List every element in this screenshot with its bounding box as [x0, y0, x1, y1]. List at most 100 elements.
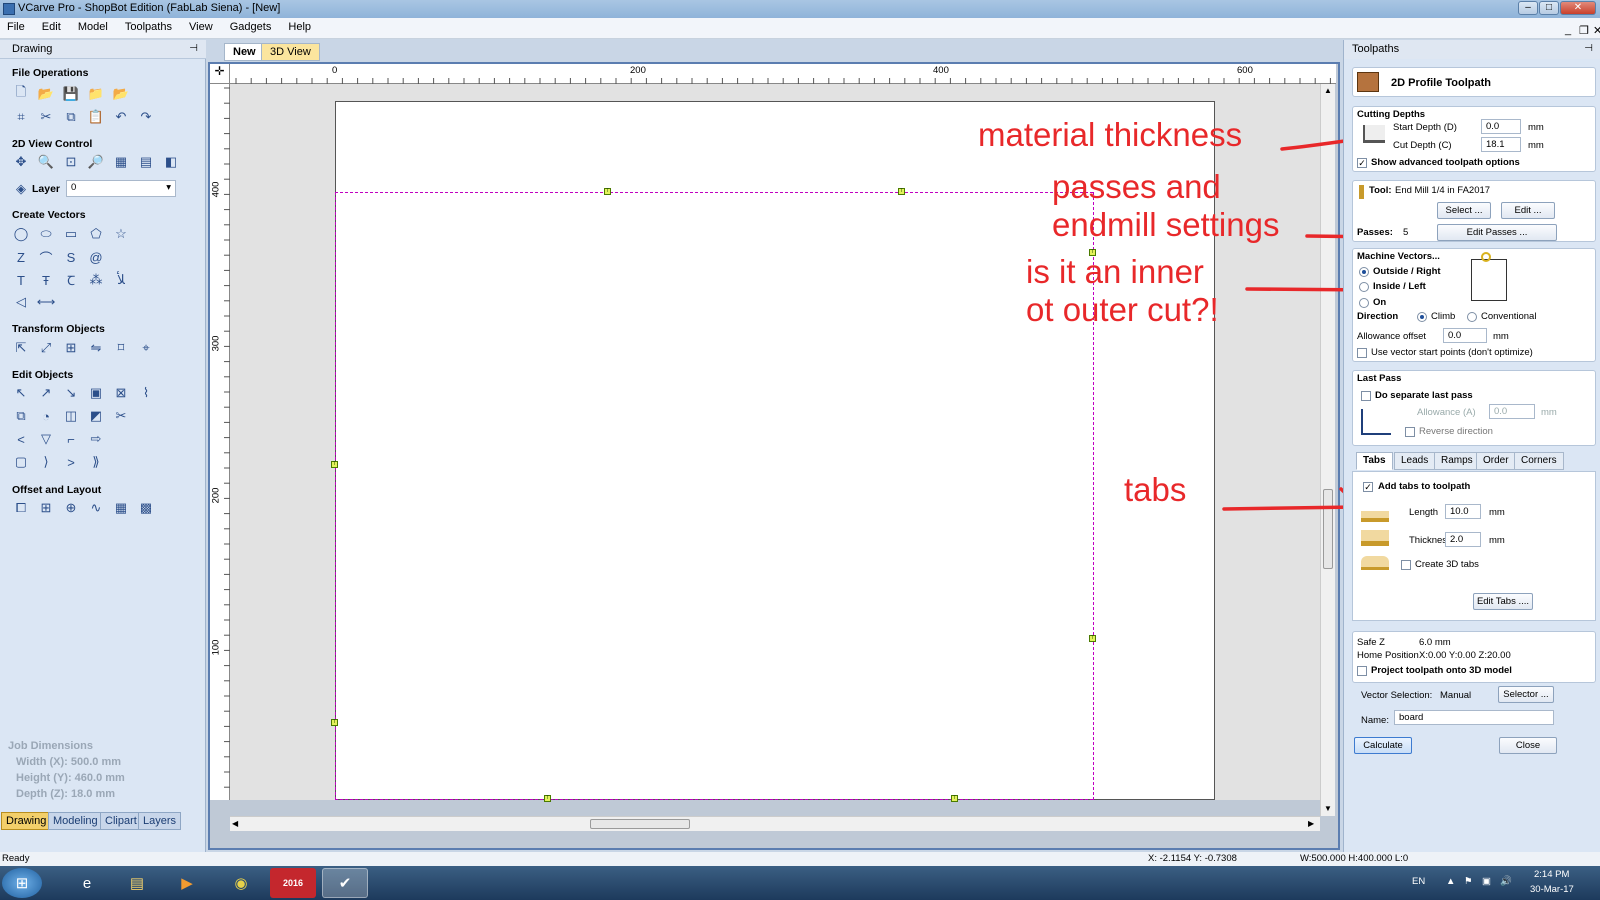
star-icon[interactable]: ☆: [112, 225, 130, 243]
show-advanced-checkbox[interactable]: ✓: [1357, 158, 1367, 168]
offset-icon[interactable]: ⧠: [12, 499, 30, 517]
outside-right-radio[interactable]: [1359, 267, 1369, 277]
conventional-radio[interactable]: [1467, 312, 1477, 322]
node-edit-icon[interactable]: ↗: [37, 384, 55, 402]
vertical-scroll-thumb[interactable]: [1323, 489, 1333, 569]
tab-marker[interactable]: T: [951, 795, 958, 802]
measure-icon[interactable]: ⟷: [37, 293, 56, 311]
trim-icon[interactable]: ⌇: [137, 384, 155, 402]
tab-thickness-input[interactable]: 2.0: [1445, 532, 1481, 547]
layer-select[interactable]: 0 ▾: [66, 180, 176, 197]
redo-icon[interactable]: ↷: [137, 108, 155, 126]
tab-marker[interactable]: T: [1089, 635, 1096, 642]
scroll-right-icon[interactable]: ▶: [1308, 819, 1314, 828]
view-toggle-icon[interactable]: ◧: [162, 153, 180, 171]
network-icon[interactable]: ▣: [1482, 876, 1491, 887]
distort-icon[interactable]: ⌑: [112, 339, 130, 357]
copy-along-icon[interactable]: ∿: [87, 499, 105, 517]
solidworks-icon[interactable]: 2016: [270, 868, 316, 898]
circular-array-icon[interactable]: ⊕: [62, 499, 80, 517]
move-icon[interactable]: ⇱: [12, 339, 30, 357]
dimension-icon[interactable]: ◁: [12, 293, 30, 311]
mirror-icon[interactable]: ⇋: [87, 339, 105, 357]
offset-vector-icon[interactable]: ⟫: [87, 453, 105, 471]
inside-left-radio[interactable]: [1359, 282, 1369, 292]
tool-select-button[interactable]: Select ...: [1437, 202, 1491, 219]
zoom-extents-icon[interactable]: ⊡: [62, 153, 80, 171]
vertical-scrollbar[interactable]: ▲ ▼: [1320, 84, 1335, 816]
join-vectors-icon[interactable]: ▽: [37, 430, 55, 448]
edit-tabs-button[interactable]: Edit Tabs ....: [1473, 593, 1533, 610]
maximize-button[interactable]: □: [1539, 1, 1559, 15]
center-icon[interactable]: ⌖: [137, 339, 155, 357]
break-icon[interactable]: ⟩: [37, 453, 55, 471]
pin-icon[interactable]: ⊣: [1584, 43, 1593, 54]
menu-model[interactable]: Model: [71, 18, 115, 33]
calculate-button[interactable]: Calculate: [1354, 737, 1412, 754]
clock-time[interactable]: 2:14 PM: [1534, 869, 1569, 880]
menu-gadgets[interactable]: Gadgets: [223, 18, 279, 33]
scroll-up-icon[interactable]: ▲: [1324, 86, 1332, 95]
close-vectors-icon[interactable]: ⇨: [87, 430, 105, 448]
menu-file[interactable]: File: [0, 18, 32, 33]
job-setup-icon[interactable]: ⌗: [12, 108, 30, 126]
curve-icon[interactable]: ⌒: [37, 248, 55, 266]
tab-marker[interactable]: T: [898, 188, 905, 195]
allowance-offset-input[interactable]: 0.0: [1443, 328, 1487, 343]
on-radio[interactable]: [1359, 298, 1369, 308]
tab-ramps[interactable]: Ramps: [1434, 452, 1480, 470]
tab-corners[interactable]: Corners: [1514, 452, 1564, 470]
ungroup-icon[interactable]: ⊠: [112, 384, 130, 402]
spline-icon[interactable]: S: [62, 248, 80, 266]
text-icon[interactable]: T: [12, 271, 30, 289]
open-file-icon[interactable]: 📂: [37, 85, 55, 103]
ellipse-icon[interactable]: ⬭: [37, 225, 55, 243]
import-vector-icon[interactable]: 📂: [112, 85, 130, 103]
vector-left-edge[interactable]: [335, 192, 336, 800]
array-copy-icon[interactable]: ⊞: [37, 499, 55, 517]
tab-modeling[interactable]: Modeling: [48, 812, 103, 830]
toolpath-name-input[interactable]: board: [1394, 710, 1554, 725]
smooth-icon[interactable]: ▢: [12, 453, 30, 471]
internet-explorer-icon[interactable]: e: [64, 868, 110, 898]
scroll-down-icon[interactable]: ▼: [1324, 804, 1332, 813]
vector-bottom-edge[interactable]: [335, 799, 1093, 800]
tab-new[interactable]: New: [224, 43, 265, 61]
undo-icon[interactable]: ↶: [112, 108, 130, 126]
nesting-icon[interactable]: ▦: [112, 499, 130, 517]
menu-view[interactable]: View: [182, 18, 220, 33]
fillet-icon[interactable]: ◩: [87, 407, 105, 425]
menu-help[interactable]: Help: [281, 18, 318, 33]
align-icon[interactable]: ⊞: [62, 339, 80, 357]
select-icon[interactable]: ↖: [12, 384, 30, 402]
paste-icon[interactable]: 📋: [87, 108, 105, 126]
snap-icon[interactable]: ▦: [112, 153, 130, 171]
tab-marker[interactable]: T: [604, 188, 611, 195]
copy-icon[interactable]: ⧉: [62, 108, 80, 126]
horizontal-scrollbar[interactable]: ◀ ▶: [230, 816, 1320, 831]
clock-date[interactable]: 30-Mar-17: [1530, 884, 1574, 895]
new-file-icon[interactable]: 🗋: [12, 84, 30, 103]
chrome-icon[interactable]: ◉: [218, 868, 264, 898]
curve-fit-icon[interactable]: ⌐: [62, 430, 80, 448]
text-on-curve-icon[interactable]: Ꞇ: [62, 271, 80, 289]
volume-icon[interactable]: 🔊: [1500, 876, 1512, 887]
vector-top-edge[interactable]: [335, 192, 1093, 193]
create-3d-tabs-checkbox[interactable]: [1401, 560, 1411, 570]
intersect-icon[interactable]: ◫: [62, 407, 80, 425]
tab-layers[interactable]: Layers: [138, 812, 182, 830]
vcarve-icon[interactable]: ✔: [322, 868, 368, 898]
tab-3d-view[interactable]: 3D View: [261, 43, 320, 61]
tab-length-input[interactable]: 10.0: [1445, 504, 1481, 519]
ruler-origin-icon[interactable]: ✛: [210, 64, 230, 84]
import-icon[interactable]: 📁: [87, 85, 105, 103]
separate-last-pass-checkbox[interactable]: [1361, 391, 1371, 401]
reverse-direction-checkbox[interactable]: [1405, 427, 1415, 437]
interactive-select-icon[interactable]: ↘: [62, 384, 80, 402]
add-tabs-checkbox[interactable]: ✓: [1363, 482, 1373, 492]
start-button-icon[interactable]: ⊞: [2, 868, 42, 898]
zoom-selection-icon[interactable]: 🔎: [87, 153, 105, 171]
start-depth-input[interactable]: 0.0: [1481, 119, 1521, 134]
minimize-button[interactable]: –: [1518, 1, 1538, 15]
flag-icon[interactable]: ⚑: [1464, 876, 1473, 887]
